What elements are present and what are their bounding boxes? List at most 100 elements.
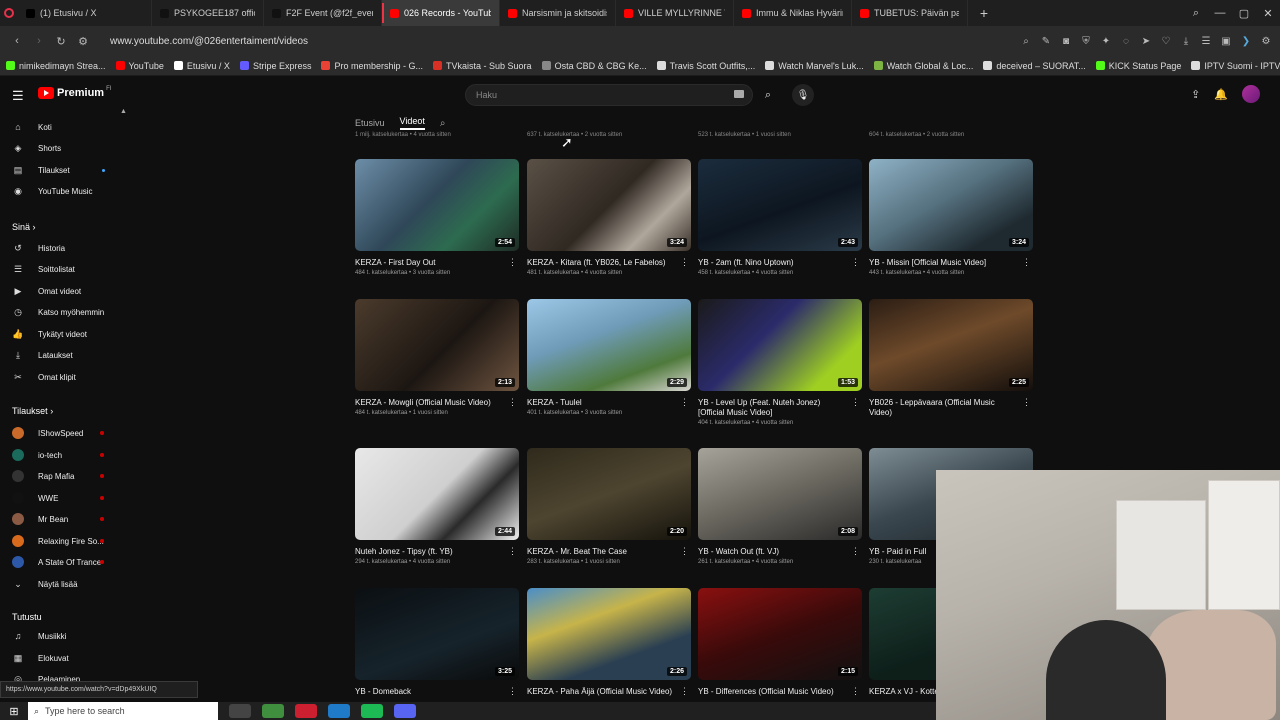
browser-tab[interactable]: Immu & Niklas Hyvärinen xyxy=(734,0,852,26)
more-options-icon[interactable]: ⋮ xyxy=(851,397,860,408)
bookmark-item[interactable]: Stripe Express xyxy=(239,61,311,71)
video-thumbnail[interactable]: 3:24 xyxy=(869,159,1033,251)
video-thumbnail[interactable]: 2:43 xyxy=(698,159,862,251)
sidebar-section-subscriptions[interactable]: Tilaukset › xyxy=(12,406,53,416)
bookmark-item[interactable]: Etusivu / X xyxy=(173,61,230,71)
forward-button[interactable]: › xyxy=(28,35,50,47)
youtube-premium-logo[interactable]: Premium FI xyxy=(38,86,111,99)
video-thumbnail[interactable]: 2:29 xyxy=(527,299,691,391)
video-card[interactable]: 2:08 YB - Watch Out (ft. VJ) 261 t. katsel… xyxy=(698,448,862,565)
more-options-icon[interactable]: ⋮ xyxy=(508,257,517,268)
reload-button[interactable]: ↻ xyxy=(50,35,72,48)
video-card[interactable]: 2:25 YB026 - Leppävaara (Official Music V… xyxy=(869,299,1033,418)
video-title[interactable]: KERZA - Kitara (ft. YB026, Le Fabelos) xyxy=(527,258,677,268)
chrome-icon[interactable] xyxy=(262,704,284,718)
video-thumbnail[interactable]: 2:15 xyxy=(698,588,862,680)
close-window-button[interactable]: ✕ xyxy=(1256,7,1280,20)
tab-etusivu[interactable]: Etusivu xyxy=(355,118,385,128)
opera-logo-icon[interactable] xyxy=(0,0,18,26)
more-options-icon[interactable]: ⋮ xyxy=(508,546,517,557)
vpn-icon[interactable]: ◌ xyxy=(1118,36,1134,47)
camera-icon[interactable]: ◙ xyxy=(1058,36,1074,47)
settings-icon[interactable]: ⚙ xyxy=(1258,36,1274,47)
video-card[interactable]: 2:54 KERZA - First Day Out 484 t. katseluk… xyxy=(355,159,519,276)
bookmark-item[interactable]: Osta CBD & CBG Ke... xyxy=(541,61,647,71)
browser-tab[interactable]: TUBETUS: Päivän parhaat xyxy=(852,0,968,26)
sidebar-item-show-more[interactable]: ⌄ Näytä lisää xyxy=(0,574,124,594)
video-thumbnail[interactable]: 3:24 xyxy=(527,159,691,251)
bookmark-item[interactable]: Pro membership - G... xyxy=(321,61,423,71)
sidebar-item-you-2[interactable]: ▶ Omat videot xyxy=(0,281,124,301)
sidebar-item-you-0[interactable]: ↺ Historia xyxy=(0,238,124,258)
video-thumbnail[interactable]: 1:53 xyxy=(698,299,862,391)
video-title[interactable]: YB - Differences (Official Music Video) xyxy=(698,687,848,697)
video-card[interactable]: 3:24 KERZA - Kitara (ft. YB026, Le Fabelo… xyxy=(527,159,691,276)
video-card[interactable]: 2:13 KERZA - Mowgli (Official Music Video… xyxy=(355,299,519,416)
sidebar-item-2[interactable]: ▤ Tilaukset xyxy=(0,160,124,180)
bookmark-item[interactable]: Watch Global & Loc... xyxy=(873,61,973,71)
sidebar-subscription[interactable]: IShowSpeed xyxy=(0,423,124,443)
more-options-icon[interactable]: ⋮ xyxy=(508,397,517,408)
sidebar-subscription[interactable]: io-tech xyxy=(0,445,124,465)
more-options-icon[interactable]: ⋮ xyxy=(680,257,689,268)
sidebar-subscription[interactable]: Rap Mafia xyxy=(0,466,124,486)
site-info-icon[interactable]: ⚙ xyxy=(72,35,94,48)
create-icon[interactable]: ⇪ xyxy=(1191,88,1200,101)
minimize-button[interactable]: — xyxy=(1208,7,1232,19)
video-title[interactable]: YB - Level Up (Feat. Nuteh Jonez) [Offic… xyxy=(698,398,848,418)
video-card[interactable]: 2:29 KERZA - Tuulel 401 t. katselukertaa •… xyxy=(527,299,691,416)
keyboard-icon[interactable] xyxy=(734,90,744,98)
zoom-icon[interactable]: ⌕ xyxy=(1018,36,1034,47)
video-thumbnail[interactable]: 2:26 xyxy=(527,588,691,680)
video-title[interactable]: KERZA - First Day Out xyxy=(355,258,505,268)
video-thumbnail[interactable]: 2:20 xyxy=(527,448,691,540)
video-title[interactable]: KERZA - Tuulel xyxy=(527,398,677,408)
video-title[interactable]: YB - Missin [Official Music Video] xyxy=(869,258,1019,268)
bookmark-item[interactable]: KICK Status Page xyxy=(1095,61,1181,71)
taskbar-search-input[interactable]: ⌕ Type here to search xyxy=(28,702,218,720)
more-options-icon[interactable]: ⋮ xyxy=(680,397,689,408)
video-title[interactable]: Nuteh Jonez - Tipsy (ft. YB) xyxy=(355,547,505,557)
sidebar-item-you-6[interactable]: ✂ Omat klipit xyxy=(0,367,124,387)
bookmark-item[interactable]: Travis Scott Outfits,... xyxy=(656,61,755,71)
sidebar-subscription[interactable]: A State Of Trance xyxy=(0,552,124,572)
sidebar-item-you-3[interactable]: ◷ Katso myöhemmin xyxy=(0,302,124,322)
browser-tab[interactable]: 026 Records - YouTube xyxy=(382,0,500,26)
spotify-icon[interactable] xyxy=(361,704,383,718)
more-options-icon[interactable]: ⋮ xyxy=(680,546,689,557)
video-card[interactable]: 2:15 YB - Differences (Official Music Vid… xyxy=(698,588,862,697)
heart-icon[interactable]: ♡ xyxy=(1158,36,1174,47)
download-icon[interactable]: ⤓ xyxy=(1178,36,1194,47)
video-card[interactable]: 2:20 KERZA - Mr. Beat The Case 283 t. kats… xyxy=(527,448,691,565)
sidebar-item-0[interactable]: ⌂ Koti xyxy=(0,117,124,137)
video-title[interactable]: KERZA - Mowgli (Official Music Video) xyxy=(355,398,505,408)
extension-icon[interactable]: ✦ xyxy=(1098,36,1114,47)
sidebar-subscription[interactable]: Mr Bean xyxy=(0,509,124,529)
search-input[interactable]: Haku xyxy=(465,84,753,106)
sidebar-item-explore-1[interactable]: ▦ Elokuvat xyxy=(0,648,124,668)
back-button[interactable]: ‹ xyxy=(6,35,28,47)
video-title[interactable]: KERZA - Paha Äijä (Official Music Video) xyxy=(527,687,677,697)
sidebar-item-explore-0[interactable]: ♫ Musiikki xyxy=(0,626,124,646)
sidebar-subscription[interactable]: WWE xyxy=(0,488,124,508)
video-card[interactable]: 2:43 YB - 2am (ft. Nino Uptown) 458 t. kat… xyxy=(698,159,862,276)
tab-videot[interactable]: Videot xyxy=(399,116,425,130)
bookmark-item[interactable]: Watch Marvel's Luk... xyxy=(765,61,864,71)
wallet-icon[interactable]: ▣ xyxy=(1218,36,1234,47)
browser-tab[interactable]: Narsismin ja skitsoidisuud xyxy=(500,0,616,26)
video-card[interactable]: 1:53 YB - Level Up (Feat. Nuteh Jonez) [O… xyxy=(698,299,862,426)
new-tab-button[interactable]: + xyxy=(974,5,994,21)
shield-icon[interactable]: ⛨ xyxy=(1078,36,1094,47)
edge-icon[interactable] xyxy=(328,704,350,718)
browser-tab[interactable]: PSYKOGEE187 official (@ xyxy=(152,0,264,26)
video-title[interactable]: KERZA - Mr. Beat The Case xyxy=(527,547,677,557)
send-icon[interactable]: ➤ xyxy=(1138,36,1154,47)
video-card[interactable]: 2:26 KERZA - Paha Äijä (Official Music Vi… xyxy=(527,588,691,697)
video-title[interactable]: YB - Domeback xyxy=(355,687,505,697)
microphone-icon[interactable]: 🎙 xyxy=(792,84,814,106)
aria-icon[interactable]: ❯ xyxy=(1238,36,1254,47)
more-options-icon[interactable]: ⋮ xyxy=(851,546,860,557)
video-thumbnail[interactable]: 2:44 xyxy=(355,448,519,540)
sidebar-item-1[interactable]: ◈ Shorts xyxy=(0,138,124,158)
discord-icon[interactable] xyxy=(394,704,416,718)
